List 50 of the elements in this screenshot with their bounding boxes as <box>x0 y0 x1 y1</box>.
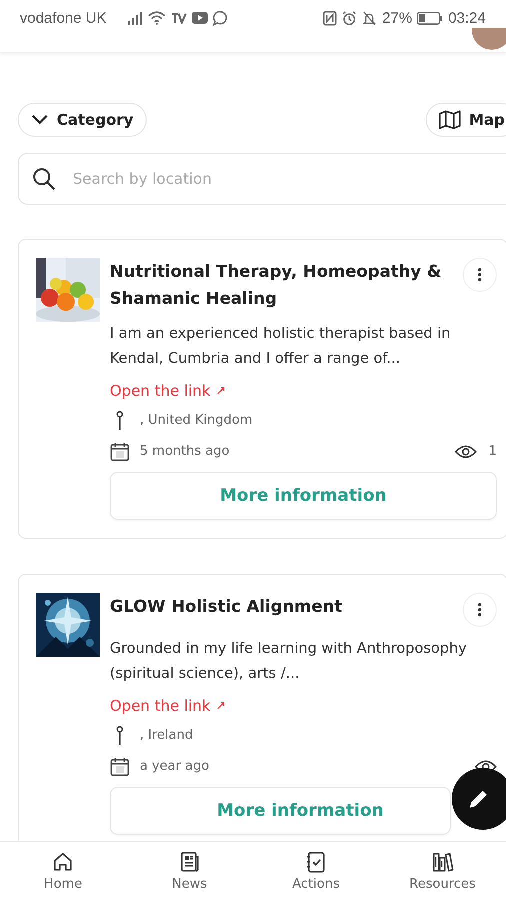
external-arrow-icon <box>216 387 225 395</box>
more-information-button[interactable]: More information <box>110 787 451 835</box>
nav-tab[interactable]: Home <box>0 842 126 900</box>
category-filter[interactable]: Category <box>18 103 147 137</box>
listing-description: Grounded in my life learning with Anthroposophy (spiritual science), arts /... <box>110 640 468 684</box>
more-information-button[interactable]: More information <box>110 472 497 520</box>
video-play-icon <box>192 12 208 24</box>
external-arrow-icon <box>216 702 225 710</box>
battery-percent: 27% <box>382 10 412 26</box>
carrier-name: vodafone UK <box>20 10 107 26</box>
battery-icon <box>417 12 444 24</box>
listing-title: Nutritional Therapy, Homeopathy & Shamanic Healing <box>110 261 442 310</box>
view-count: 1 <box>488 444 497 459</box>
signal-icon <box>126 11 143 25</box>
wifi-icon <box>148 11 166 25</box>
map-button[interactable]: Map <box>426 103 506 137</box>
chevron-down-icon <box>31 114 49 126</box>
nav-tab[interactable]: Actions <box>253 842 380 900</box>
eye-icon <box>454 444 477 458</box>
posted-date: 5 months ago <box>140 444 231 459</box>
checklist-icon <box>305 850 328 872</box>
listing-description: I am an experienced holistic therapist based in Kendal, Cumbria and I offer a range of... <box>110 325 452 369</box>
chat-bubble-icon <box>212 10 228 26</box>
tv-icon <box>170 12 187 24</box>
nav-tab[interactable]: Resources <box>380 842 506 900</box>
open-link[interactable]: Open the link <box>110 697 225 715</box>
home-icon <box>52 850 74 872</box>
more-options-button[interactable] <box>463 258 497 292</box>
avatar[interactable] <box>472 28 506 50</box>
books-icon <box>432 850 454 872</box>
location-text: , Ireland <box>140 728 194 743</box>
location-text: , United Kingdom <box>140 413 254 428</box>
more-options-button[interactable] <box>463 593 497 627</box>
calendar-icon <box>110 756 130 776</box>
kebab-menu-icon <box>478 268 482 282</box>
nfc-icon <box>323 10 338 26</box>
search-field[interactable]: Search by location <box>18 153 506 205</box>
posted-date: a year ago <box>140 759 210 774</box>
edit-button[interactable] <box>452 768 506 830</box>
calendar-icon <box>110 442 130 462</box>
map-icon <box>439 110 462 130</box>
search-icon <box>32 167 56 191</box>
newspaper-icon <box>178 850 201 872</box>
kebab-menu-icon <box>478 603 482 617</box>
clock-time: 03:24 <box>448 10 486 26</box>
nav-tab[interactable]: News <box>126 842 253 900</box>
muted-bell-icon <box>362 10 378 26</box>
open-link[interactable]: Open the link <box>110 382 225 400</box>
alarm-icon <box>342 10 358 26</box>
listing-title: GLOW Holistic Alignment <box>110 596 344 618</box>
